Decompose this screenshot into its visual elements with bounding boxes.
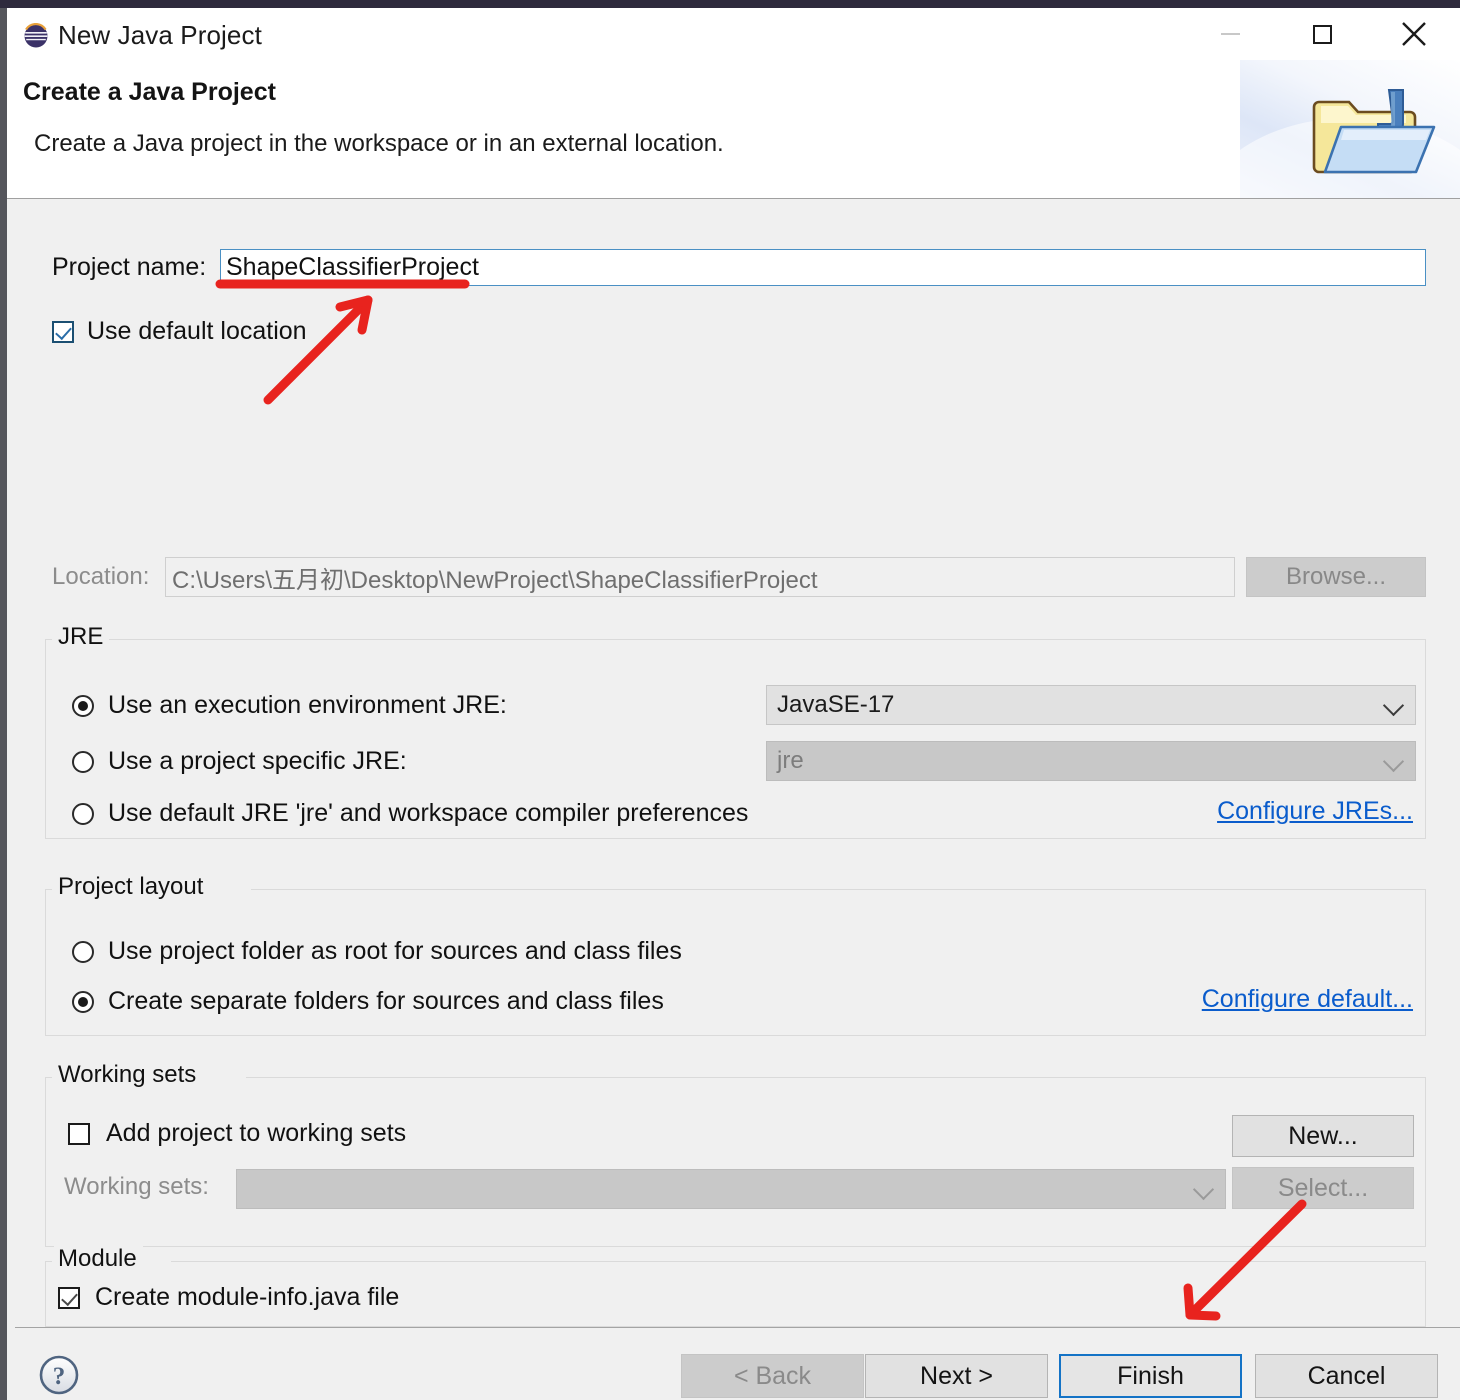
window-controls [1184, 8, 1460, 60]
execution-environment-combo[interactable]: JavaSE-17 [766, 685, 1416, 725]
create-module-info-checkbox[interactable] [58, 1286, 80, 1309]
layout-option-separate-folders[interactable]: Create separate folders for sources and … [72, 987, 664, 1016]
header-artwork [1200, 60, 1460, 198]
chevron-down-icon [1382, 750, 1405, 773]
radio-project-specific-jre[interactable] [72, 750, 94, 773]
finish-button[interactable]: Finish [1059, 1354, 1242, 1398]
location-row: Location: C:\Users\五月初\Desktop\NewProjec… [7, 557, 1460, 597]
svg-text:?: ? [53, 1363, 66, 1390]
configure-default-link[interactable]: Configure default... [1202, 985, 1413, 1014]
project-specific-jre-value: jre [777, 747, 804, 774]
working-sets-group-legend: Working sets [54, 1061, 203, 1089]
configure-jres-link[interactable]: Configure JREs... [1217, 797, 1413, 826]
project-name-input[interactable] [220, 249, 1426, 286]
back-button[interactable]: < Back [681, 1354, 864, 1398]
jre-option-project-specific[interactable]: Use a project specific JRE: [72, 747, 407, 776]
java-project-folder-icon [1312, 89, 1436, 174]
window-title: New Java Project [58, 20, 262, 50]
wizard-body: Project name: Use default location Locat… [7, 199, 1460, 1330]
close-button[interactable] [1368, 8, 1460, 60]
use-default-location-checkbox[interactable] [52, 320, 74, 343]
working-sets-label: Working sets: [64, 1173, 209, 1200]
jre-option-execution-environment[interactable]: Use an execution environment JRE: [72, 691, 507, 720]
module-group-legend: Module [54, 1245, 143, 1273]
wizard-header: Create a Java Project Create a Java proj… [7, 60, 1460, 199]
maximize-button[interactable] [1276, 8, 1368, 60]
working-sets-group: Working sets Add project to working sets… [45, 1061, 1426, 1247]
dialog-window: New Java Project Create a Java Project C… [7, 8, 1460, 1400]
add-to-working-sets-label: Add project to working sets [106, 1119, 407, 1147]
chevron-down-icon [1192, 1178, 1215, 1201]
help-icon[interactable]: ? [38, 1354, 80, 1396]
use-default-location-row[interactable]: Use default location [52, 317, 307, 346]
working-sets-combo[interactable] [236, 1169, 1226, 1209]
new-java-project-dialog: New Java Project Create a Java Project C… [0, 0, 1460, 1400]
use-default-location-label: Use default location [87, 317, 307, 345]
eclipse-icon [23, 22, 49, 49]
next-button[interactable]: Next > [865, 1354, 1048, 1398]
project-name-label: Project name: [52, 253, 207, 281]
layout-option-label: Create separate folders for sources and … [108, 987, 664, 1015]
new-working-set-button[interactable]: New... [1232, 1115, 1414, 1157]
radio-execution-environment[interactable] [72, 694, 94, 717]
minimize-icon [1220, 33, 1240, 35]
project-specific-jre-combo[interactable]: jre [766, 741, 1416, 781]
title-bar-left: New Java Project [23, 20, 262, 51]
jre-group: JRE Use an execution environment JRE: Ja… [45, 623, 1426, 839]
create-module-info-label: Create module-info.java file [95, 1283, 400, 1311]
title-bar: New Java Project [7, 8, 1460, 60]
project-layout-group-legend: Project layout [54, 873, 210, 901]
location-label: Location: [52, 563, 150, 590]
jre-option-label: Use a project specific JRE: [108, 747, 407, 775]
desktop-top-strip [0, 0, 1460, 8]
jre-option-label: Use an execution environment JRE: [108, 691, 507, 719]
layout-option-label: Use project folder as root for sources a… [108, 937, 682, 965]
jre-group-legend: JRE [54, 623, 110, 651]
project-layout-group: Project layout Use project folder as roo… [45, 873, 1426, 1036]
radio-separate-folders[interactable] [72, 990, 94, 1013]
dialog-footer: ? < Back Next > Finish Cancel CSDN @Good… [7, 1330, 1460, 1400]
radio-default-jre[interactable] [72, 802, 94, 825]
maximize-icon [1312, 24, 1332, 44]
jre-option-label: Use default JRE 'jre' and workspace comp… [108, 799, 749, 827]
location-input[interactable]: C:\Users\五月初\Desktop\NewProject\ShapeCla… [165, 557, 1235, 597]
jre-option-default-jre[interactable]: Use default JRE 'jre' and workspace comp… [72, 799, 748, 828]
layout-option-project-folder-root[interactable]: Use project folder as root for sources a… [72, 937, 682, 966]
execution-environment-value: JavaSE-17 [777, 691, 895, 718]
desktop-left-strip [0, 8, 7, 1400]
module-group: Module Create module-info.java file [45, 1245, 1426, 1327]
close-icon [1402, 22, 1426, 46]
cancel-button[interactable]: Cancel [1255, 1354, 1438, 1398]
project-name-row: Project name: [7, 249, 1460, 287]
create-module-info-row[interactable]: Create module-info.java file [58, 1283, 399, 1312]
add-to-working-sets-row[interactable]: Add project to working sets [68, 1119, 406, 1148]
footer-separator [15, 1327, 1460, 1328]
page-description: Create a Java project in the workspace o… [34, 130, 724, 157]
chevron-down-icon [1382, 694, 1405, 717]
select-working-set-button[interactable]: Select... [1232, 1167, 1414, 1209]
radio-project-folder-root[interactable] [72, 940, 94, 963]
page-title: Create a Java Project [23, 78, 276, 106]
minimize-button[interactable] [1184, 8, 1276, 60]
add-to-working-sets-checkbox[interactable] [68, 1122, 90, 1145]
browse-button[interactable]: Browse... [1246, 557, 1426, 597]
